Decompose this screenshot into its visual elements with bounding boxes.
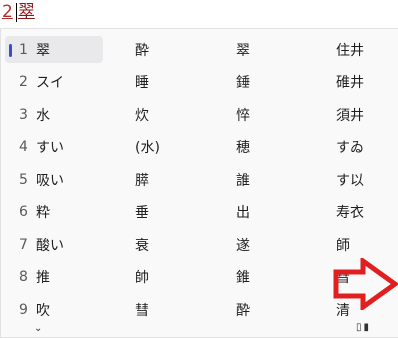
expand-window-icon[interactable]: ▯▮ bbox=[356, 323, 371, 333]
candidate-item[interactable]: 睡 bbox=[135, 69, 149, 96]
candidate-item[interactable]: 誰 bbox=[236, 166, 250, 193]
candidate-text: 酸い bbox=[36, 237, 64, 254]
candidate-footer: ⌄ ▯▮ bbox=[0, 321, 398, 334]
candidate-text: 翠 bbox=[36, 42, 50, 59]
candidate-item[interactable]: 炊 bbox=[135, 101, 149, 128]
candidate-item[interactable]: 錘 bbox=[236, 69, 250, 96]
candidate-text: 吹 bbox=[36, 302, 50, 319]
candidate-item[interactable]: 悴 bbox=[236, 101, 250, 128]
candidate-item[interactable]: 彗 bbox=[135, 296, 149, 323]
candidate-item[interactable]: 衰 bbox=[135, 231, 149, 258]
candidate-item[interactable]: 6 粋 bbox=[5, 199, 103, 226]
candidate-index: 5 bbox=[19, 171, 28, 188]
candidate-index: 9 bbox=[19, 301, 28, 318]
composition-text: 翠 bbox=[17, 2, 35, 22]
candidate-item[interactable]: 3 水 bbox=[5, 101, 103, 128]
options-chevron-icon[interactable]: ⌄ bbox=[34, 324, 42, 334]
candidate-item[interactable]: 酔 bbox=[135, 36, 149, 63]
candidate-item[interactable]: 翠 bbox=[236, 36, 250, 63]
candidate-text: 吸い bbox=[36, 172, 64, 189]
candidate-index: 2 bbox=[19, 74, 28, 90]
candidate-item[interactable]: 寿衣 bbox=[336, 199, 364, 226]
candidate-text: 水 bbox=[36, 107, 50, 124]
candidate-text: スイ bbox=[36, 75, 64, 91]
candidate-item[interactable]: 帥 bbox=[135, 264, 149, 291]
candidate-index: 1 bbox=[19, 41, 28, 58]
candidate-item[interactable]: 8 推 bbox=[5, 264, 103, 291]
candidate-item[interactable]: 須井 bbox=[336, 101, 364, 128]
candidate-item[interactable]: 9 吹 bbox=[5, 296, 103, 323]
candidate-index: 8 bbox=[19, 269, 28, 285]
candidate-item[interactable]: すゐ bbox=[336, 134, 364, 161]
candidate-item[interactable]: 膵 bbox=[135, 166, 149, 193]
candidate-item[interactable]: 7 酸い bbox=[5, 231, 103, 258]
ime-composition: 2 翠 bbox=[2, 0, 35, 22]
candidate-index: 3 bbox=[19, 106, 28, 123]
candidate-item[interactable]: 穂 bbox=[236, 134, 250, 161]
candidate-item[interactable]: 住井 bbox=[336, 36, 364, 63]
candidate-item[interactable]: 出 bbox=[236, 199, 250, 226]
candidate-index: 7 bbox=[19, 236, 28, 253]
candidate-item[interactable]: 4 すい bbox=[5, 134, 103, 161]
candidate-index: 4 bbox=[19, 139, 28, 155]
candidate-item[interactable]: 2 スイ bbox=[5, 69, 103, 96]
selection-indicator bbox=[9, 44, 12, 57]
candidate-item[interactable]: 垂 bbox=[135, 199, 149, 226]
text-caret bbox=[15, 3, 17, 22]
composition-clause-number: 2 bbox=[2, 2, 13, 22]
candidate-item[interactable]: 5 吸い bbox=[5, 166, 103, 193]
candidate-text: 粋 bbox=[36, 205, 50, 221]
candidate-item[interactable]: 錐 bbox=[236, 264, 250, 291]
candidate-item[interactable]: 碓井 bbox=[336, 69, 364, 96]
candidate-item[interactable]: 遂 bbox=[236, 231, 250, 258]
candidate-text: すい bbox=[36, 140, 64, 156]
candidate-item[interactable]: 師 bbox=[336, 231, 350, 258]
candidate-item[interactable]: す以 bbox=[336, 166, 364, 193]
candidate-index: 6 bbox=[19, 204, 28, 220]
candidate-item[interactable]: (水) bbox=[135, 134, 160, 161]
right-arrow-icon bbox=[333, 258, 398, 310]
candidate-item[interactable]: 酔 bbox=[236, 296, 250, 323]
candidate-item-selected[interactable]: 1 翠 bbox=[5, 36, 103, 63]
candidate-text: 推 bbox=[36, 270, 50, 286]
